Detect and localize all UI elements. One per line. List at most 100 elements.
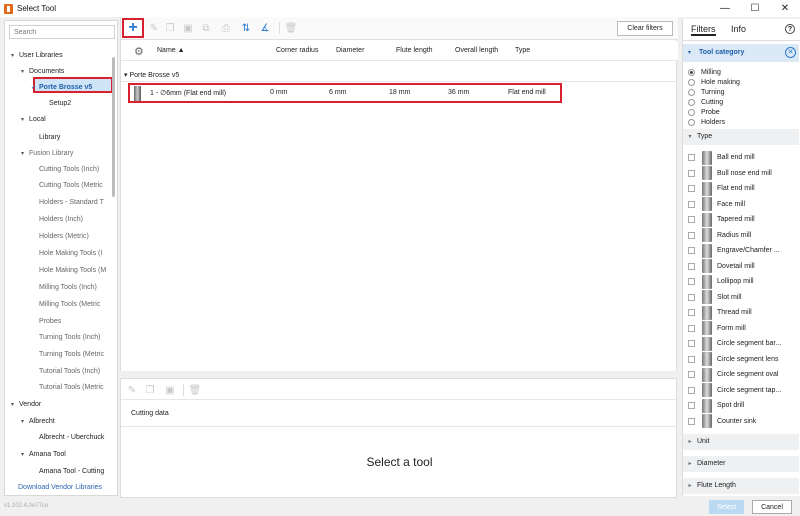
gear-icon[interactable]: ⚙ [134, 45, 144, 58]
tree-item[interactable]: Holders (Inch) [5, 213, 113, 227]
tree-item[interactable]: ▾ User Libraries [5, 49, 113, 63]
checkbox[interactable] [688, 293, 695, 301]
checkbox[interactable] [688, 417, 695, 425]
category-option[interactable]: Probe [688, 107, 720, 117]
checkbox[interactable] [688, 262, 695, 270]
type-option[interactable]: Form mill [688, 321, 798, 336]
tree-item[interactable]: ▾ Albrecht [5, 415, 113, 429]
tree-item[interactable]: Amana Tool - Cutting [5, 465, 113, 479]
clear-category-icon[interactable]: ✕ [785, 47, 796, 58]
flute-length-header[interactable]: ▸ Flute Length [683, 478, 799, 494]
delete-icon[interactable]: 🗑 [284, 21, 298, 35]
copy-icon[interactable]: ❐ [163, 21, 177, 35]
type-option[interactable]: Flat end mill [688, 181, 798, 196]
checkbox[interactable] [688, 154, 695, 161]
tree-item[interactable]: Turning Tools (Inch) [5, 331, 113, 345]
radio-button[interactable] [688, 68, 695, 76]
measure-icon[interactable]: ∡ [258, 21, 272, 35]
search-input[interactable] [9, 25, 115, 39]
checkbox[interactable] [688, 371, 695, 378]
type-option[interactable]: Counter sink [688, 414, 798, 429]
tree-item[interactable]: Holders (Metric) [5, 230, 113, 244]
add-tool-button[interactable]: + [122, 18, 144, 38]
tree-item[interactable]: Milling Tools (Metric [5, 298, 113, 312]
checkbox[interactable] [688, 185, 695, 192]
category-option[interactable]: Milling [688, 67, 721, 77]
tree-item[interactable]: Albrecht - Uberchuck [5, 431, 113, 445]
tree-item[interactable]: ▾ Fusion Library [5, 147, 113, 161]
type-option[interactable]: Dovetail mill [688, 259, 798, 274]
checkbox[interactable] [688, 355, 695, 363]
tree-item[interactable]: Holders - Standard T [5, 196, 113, 210]
maximize-button[interactable]: ☐ [740, 0, 770, 17]
type-option[interactable]: Circle segment oval [688, 367, 798, 382]
column-corner-radius[interactable]: Corner radius [276, 47, 318, 54]
table-row[interactable]: 1 - ∅6mm (Flat end mill) 0 mm 6 mm 18 mm… [128, 83, 562, 103]
unit-header[interactable]: ▸ Unit [683, 434, 799, 450]
delete-icon[interactable]: 🗑 [188, 383, 202, 397]
cancel-button[interactable]: Cancel [752, 500, 792, 514]
radio-button[interactable] [688, 108, 695, 116]
checkbox[interactable] [688, 247, 695, 254]
paste-icon[interactable]: ▣ [181, 21, 195, 35]
checkbox[interactable] [688, 386, 695, 394]
tree-item[interactable]: Library [5, 131, 113, 145]
tree-item[interactable]: Tutorial Tools (Inch) [5, 365, 113, 379]
duplicate-icon[interactable]: ⧉ [199, 21, 213, 35]
tree-item[interactable]: Setup2 [5, 97, 113, 111]
type-option[interactable]: Tapered mill [688, 212, 798, 227]
cutting-data-label[interactable]: Cutting data [131, 410, 169, 417]
tree-item[interactable]: ▾ Local [5, 113, 113, 127]
tree-item[interactable]: ✓ Porte Brosse v5 [5, 81, 113, 95]
type-option[interactable]: Ball end mill [688, 150, 798, 165]
help-icon[interactable]: ? [785, 24, 795, 34]
checkbox[interactable] [688, 231, 695, 239]
type-option[interactable]: Spot drill [688, 398, 798, 413]
radio-button[interactable] [688, 78, 695, 86]
column-overall-length[interactable]: Overall length [455, 47, 498, 54]
download-vendor-libraries-link[interactable]: Download Vendor Libraries [18, 484, 102, 491]
column-flute-length[interactable]: Flute length [396, 47, 433, 54]
column-name[interactable]: Name ▲ [157, 47, 185, 54]
type-option[interactable]: Circle segment tap... [688, 383, 798, 398]
checkbox[interactable] [688, 200, 695, 208]
tree-item[interactable]: Turning Tools (Metric [5, 348, 113, 362]
column-type[interactable]: Type [515, 47, 530, 54]
print-icon[interactable]: ⎙ [219, 21, 233, 35]
checkbox[interactable] [688, 169, 695, 177]
category-option[interactable]: Holders [688, 117, 725, 127]
group-row[interactable]: ▾ Porte Brosse v5 [121, 69, 678, 82]
tree-item[interactable]: ▾ Documents [5, 65, 113, 79]
category-option[interactable]: Cutting [688, 97, 723, 107]
tree-item[interactable]: ▾ Amana Tool [5, 448, 113, 462]
tab-filters[interactable]: Filters [691, 24, 716, 36]
type-option[interactable]: Thread mill [688, 305, 798, 320]
tab-info[interactable]: Info [731, 24, 746, 34]
type-option[interactable]: Bull nose end mill [688, 166, 798, 181]
type-option[interactable]: Slot mill [688, 290, 798, 305]
category-option[interactable]: Turning [688, 87, 724, 97]
diameter-header[interactable]: ▸ Diameter [683, 456, 799, 472]
tree-item[interactable]: Tutorial Tools (Metric [5, 381, 113, 395]
paste-icon[interactable]: ▣ [163, 383, 177, 397]
checkbox[interactable] [688, 278, 695, 285]
radio-button[interactable] [688, 118, 695, 126]
tree-item[interactable]: ▾ Vendor [5, 398, 113, 412]
type-option[interactable]: Face mill [688, 197, 798, 212]
copy-icon[interactable]: ❐ [143, 383, 157, 397]
checkbox[interactable] [688, 402, 695, 409]
tree-scrollbar[interactable] [112, 57, 115, 197]
renumber-icon[interactable]: ⇅ [239, 21, 253, 35]
radio-button[interactable] [688, 98, 695, 106]
category-option[interactable]: Hole making [688, 77, 740, 87]
type-header[interactable]: ▾ Type [683, 129, 799, 145]
type-option[interactable]: Radius mill [688, 228, 798, 243]
edit-icon[interactable]: ✎ [147, 21, 161, 35]
type-option[interactable]: Circle segment bar... [688, 336, 798, 351]
type-option[interactable]: Engrave/Chamfer ... [688, 243, 798, 258]
close-button[interactable]: ✕ [770, 0, 800, 17]
type-option[interactable]: Lollipop mill [688, 274, 798, 289]
tool-category-header[interactable]: ▾ Tool category ✕ [683, 44, 799, 62]
tree-item[interactable]: Cutting Tools (Metric [5, 179, 113, 193]
clear-filters-button[interactable]: Clear filters [617, 21, 673, 36]
